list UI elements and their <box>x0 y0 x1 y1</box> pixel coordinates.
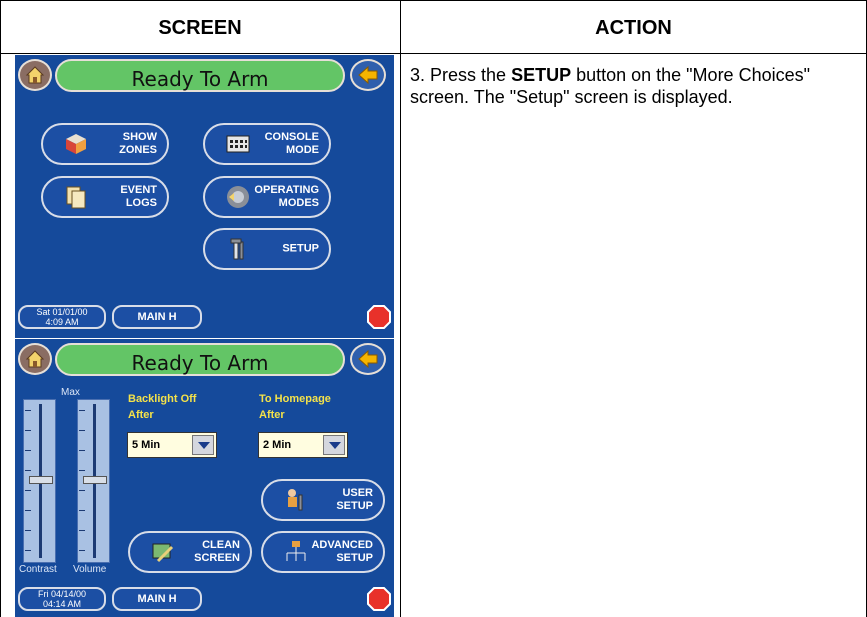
more-choices-screen: Ready To Arm SHOW ZONES CONSOLE MODE EVENT… <box>15 55 394 338</box>
user-tools-icon <box>288 489 303 511</box>
tick <box>79 450 85 451</box>
tick <box>25 430 31 431</box>
volume-label: Volume <box>73 564 107 575</box>
console-mode-button[interactable]: CONSOLE MODE <box>203 123 331 165</box>
partition-button[interactable]: MAIN H <box>112 305 202 329</box>
to-homepage-value: 2 Min <box>263 439 292 451</box>
event-logs-label: EVENT LOGS <box>120 184 157 209</box>
column-divider <box>400 0 401 617</box>
tick <box>79 470 85 471</box>
tick <box>25 510 31 511</box>
user-setup-button[interactable]: USER SETUP <box>261 479 385 521</box>
chevron-down-icon[interactable] <box>323 435 345 455</box>
tick <box>25 470 31 471</box>
console-mode-label: CONSOLE MODE <box>264 131 319 156</box>
back-arrow-icon <box>358 65 378 85</box>
back-arrow-icon <box>358 349 378 369</box>
chevron-down-icon[interactable] <box>192 435 214 455</box>
documents-icon <box>66 186 86 209</box>
clean-screen-icon <box>152 543 174 563</box>
clean-screen-label: CLEAN SCREEN <box>194 539 240 564</box>
home-button[interactable] <box>18 59 52 91</box>
max-label: Max <box>61 387 80 398</box>
house-icon <box>25 66 45 84</box>
table-top-border <box>0 0 867 1</box>
tick <box>25 550 31 551</box>
back-button[interactable] <box>350 59 386 91</box>
header-screen: SCREEN <box>158 17 242 39</box>
tick <box>25 530 31 531</box>
speaker-icon <box>227 186 249 208</box>
tick <box>79 550 85 551</box>
volume-thumb[interactable] <box>83 476 107 484</box>
date-time-button[interactable]: Sat 01/01/00 4:09 AM <box>18 305 106 329</box>
header-action: ACTION <box>595 17 672 39</box>
tick <box>25 450 31 451</box>
partition-button[interactable]: MAIN H <box>112 587 202 611</box>
clean-screen-button[interactable]: CLEAN SCREEN <box>128 531 252 573</box>
keypad-icon <box>226 135 250 153</box>
tick <box>25 410 31 411</box>
user-setup-label: USER SETUP <box>336 487 373 512</box>
house-icon <box>25 350 45 368</box>
setup-button[interactable]: SETUP <box>203 228 331 270</box>
table-left-border <box>0 0 1 617</box>
tick <box>79 530 85 531</box>
status-bar: Ready To Arm <box>55 343 345 376</box>
contrast-thumb[interactable] <box>29 476 53 484</box>
to-homepage-label: To Homepage After <box>259 393 331 421</box>
panic-stop-icon[interactable] <box>367 587 391 611</box>
action-button-name: SETUP <box>511 65 572 85</box>
show-zones-label: SHOW ZONES <box>119 131 157 156</box>
header-bottom-border <box>0 53 867 54</box>
setup-screen: Ready To Arm Max Contrast Volume Backlig… <box>15 339 394 617</box>
operating-modes-label: OPERATING MODES <box>254 184 319 209</box>
tools-icon <box>230 238 244 260</box>
status-text: Ready To Arm <box>131 67 269 91</box>
tick <box>79 410 85 411</box>
event-logs-button[interactable]: EVENT LOGS <box>41 176 169 218</box>
home-button[interactable] <box>18 343 52 375</box>
zones-cube-icon <box>66 134 86 154</box>
status-bar: Ready To Arm <box>55 59 345 92</box>
tick <box>79 430 85 431</box>
setup-label: SETUP <box>282 242 319 255</box>
action-prefix: 3. Press the <box>410 65 512 85</box>
show-zones-button[interactable]: SHOW ZONES <box>41 123 169 165</box>
status-text: Ready To Arm <box>131 351 269 375</box>
backlight-off-value: 5 Min <box>132 439 161 451</box>
action-step-text: 3. Press the SETUP button on the "More C… <box>410 64 840 108</box>
contrast-label: Contrast <box>19 564 57 575</box>
advanced-setup-button[interactable]: ADVANCED SETUP <box>261 531 385 573</box>
advanced-setup-label: ADVANCED SETUP <box>311 539 373 564</box>
date-time-button[interactable]: Fri 04/14/00 04:14 AM <box>18 587 106 611</box>
tick <box>79 490 85 491</box>
tick <box>25 490 31 491</box>
to-homepage-select[interactable]: 2 Min <box>258 432 348 458</box>
tick <box>79 510 85 511</box>
backlight-off-select[interactable]: 5 Min <box>127 432 217 458</box>
backlight-off-label: Backlight Off After <box>128 393 197 421</box>
network-tools-icon <box>286 541 306 561</box>
contrast-slider[interactable] <box>23 399 56 563</box>
back-button[interactable] <box>350 343 386 375</box>
panic-stop-icon[interactable] <box>367 305 391 329</box>
operating-modes-button[interactable]: OPERATING MODES <box>203 176 331 218</box>
volume-slider[interactable] <box>77 399 110 563</box>
